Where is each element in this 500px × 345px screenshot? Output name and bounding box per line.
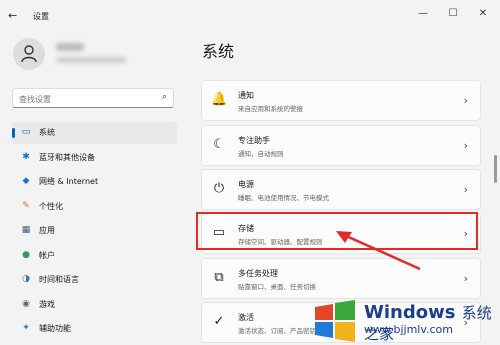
- windows-logo-icon: [315, 300, 355, 342]
- settings-card-title: 激活: [238, 313, 254, 322]
- chevron-right-icon: ›: [463, 94, 468, 107]
- settings-card-title: 通知: [238, 91, 254, 100]
- scrollbar[interactable]: [494, 155, 497, 183]
- sidebar-item-label: 时间和语言: [39, 275, 79, 284]
- settings-card[interactable]: 🔔 通知来自应用和系统的警报 ›: [201, 80, 481, 121]
- title-bar: ← 设置 — ☐ ✕: [0, 0, 500, 30]
- sidebar-item[interactable]: ◉ 游戏: [12, 294, 177, 316]
- sidebar-item-icon: ✎: [22, 200, 30, 211]
- active-indicator: [12, 128, 15, 138]
- sidebar-item-label: 游戏: [39, 299, 55, 309]
- sidebar-item-label: 帐户: [39, 250, 55, 260]
- sidebar-item-icon: ▭: [21, 127, 31, 137]
- sidebar-item-icon: ✦: [22, 323, 30, 333]
- search-icon: ⌕: [161, 92, 167, 102]
- sidebar-item[interactable]: ● 帐户: [12, 245, 177, 267]
- sidebar-item[interactable]: ✦ 辅助功能: [12, 318, 177, 340]
- sidebar-item-label: 蓝牙和其他设备: [39, 152, 95, 162]
- settings-card-icon: ☾: [213, 137, 225, 152]
- settings-card-subtitle: 睡眠、电池使用情况、节电模式: [238, 194, 329, 202]
- search-box[interactable]: ⌕: [12, 88, 174, 108]
- settings-card-icon: ⧉: [214, 270, 224, 285]
- close-button[interactable]: ✕: [469, 4, 497, 24]
- watermark-windows-text: Windows: [364, 302, 456, 323]
- settings-card-title: 电源: [238, 180, 254, 189]
- search-input[interactable]: [17, 91, 161, 107]
- sidebar-item-label: 个性化: [39, 201, 63, 211]
- watermark-url: www.bjjmlv.com: [364, 323, 453, 336]
- sidebar-item-label: 系统: [39, 128, 55, 137]
- sidebar-item-label: 辅助功能: [39, 324, 71, 333]
- avatar[interactable]: [13, 38, 45, 70]
- red-arrow-annotation: [336, 231, 421, 271]
- sidebar-item-icon: ◑: [22, 274, 30, 284]
- sidebar-item-icon: ●: [22, 249, 30, 260]
- chevron-right-icon: ›: [463, 183, 468, 196]
- sidebar-item-label: 应用: [39, 226, 55, 235]
- chevron-right-icon: ›: [463, 272, 468, 285]
- sidebar-item-label: 网络 & Internet: [39, 177, 99, 186]
- sidebar-item-icon: ◆: [22, 176, 30, 186]
- sidebar-item-icon: ▦: [21, 225, 31, 235]
- account-email-blurred: [56, 57, 126, 63]
- settings-card-subtitle: 通知，自动规则: [238, 150, 284, 158]
- window-title: 设置: [33, 12, 49, 21]
- settings-card[interactable]: ☾ 专注助手通知，自动规则 ›: [201, 125, 481, 166]
- back-arrow-icon[interactable]: ←: [8, 9, 17, 22]
- sidebar-item[interactable]: ▭ 系统: [12, 122, 177, 144]
- sidebar-item-icon: ◉: [22, 298, 30, 309]
- settings-card-icon: 🔔: [211, 92, 228, 107]
- settings-card-subtitle: 来自应用和系统的警报: [238, 105, 303, 113]
- settings-card-icon: ⏻: [213, 181, 225, 196]
- account-name-blurred: [56, 43, 84, 51]
- settings-card-title: 多任务处理: [238, 269, 278, 278]
- sidebar-item-icon: ✱: [22, 151, 30, 162]
- page-title: 系统: [202, 42, 235, 61]
- settings-card-subtitle: 激活状态、订阅、产品密钥: [238, 327, 316, 335]
- sidebar-item[interactable]: ◆ 网络 & Internet: [12, 171, 177, 193]
- settings-card[interactable]: ⏻ 电源睡眠、电池使用情况、节电模式 ›: [201, 169, 481, 210]
- settings-card-icon: ✓: [213, 314, 225, 329]
- settings-card-subtitle: 贴靠窗口、桌面、任务切换: [238, 283, 316, 291]
- chevron-right-icon: ›: [463, 139, 468, 152]
- sidebar-item[interactable]: ▦ 应用: [12, 220, 177, 242]
- minimize-button[interactable]: —: [409, 4, 437, 24]
- user-icon: [21, 45, 37, 63]
- sidebar-item[interactable]: ✎ 个性化: [12, 196, 177, 218]
- sidebar-item[interactable]: ◑ 时间和语言: [12, 269, 177, 291]
- settings-card-title: 专注助手: [238, 136, 270, 145]
- maximize-button[interactable]: ☐: [439, 4, 467, 24]
- sidebar-item[interactable]: ✱ 蓝牙和其他设备: [12, 147, 177, 169]
